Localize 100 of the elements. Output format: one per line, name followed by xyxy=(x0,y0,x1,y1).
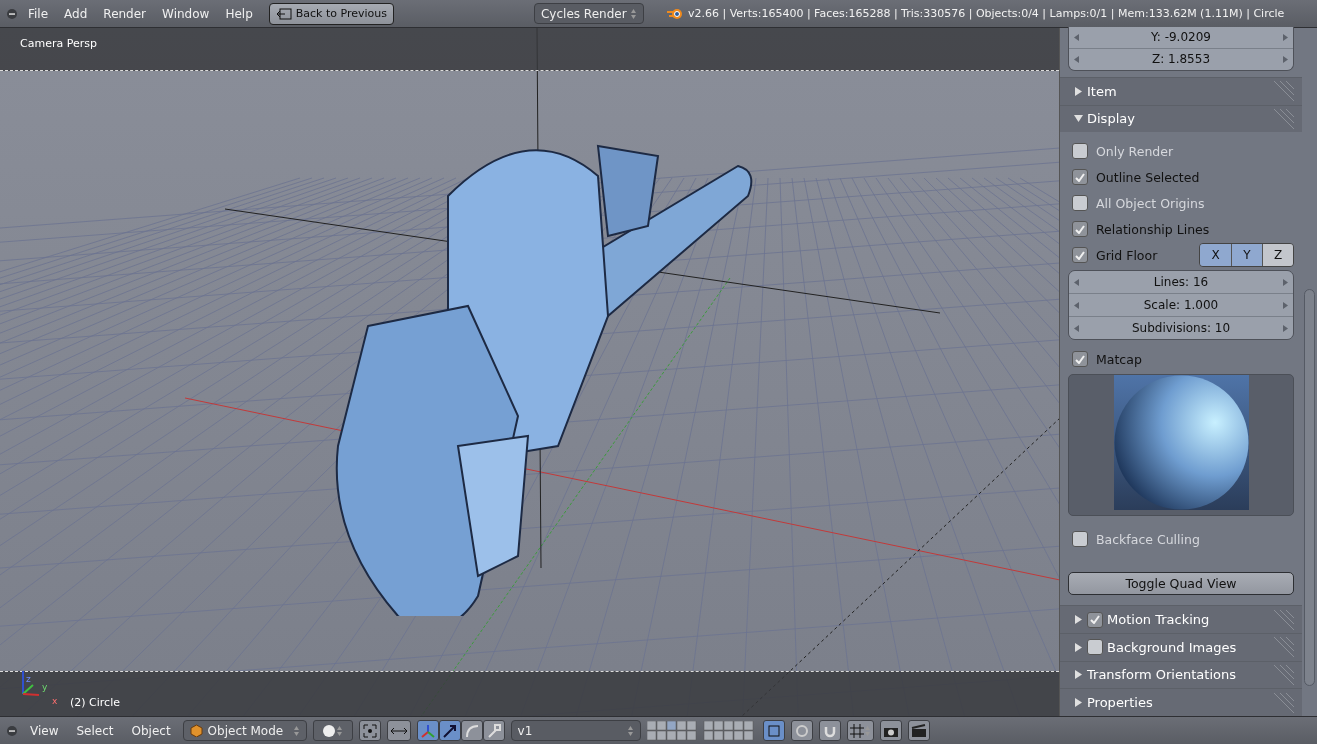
checkbox[interactable] xyxy=(1072,221,1088,238)
up-down-arrows-icon xyxy=(626,724,634,737)
render-button[interactable] xyxy=(879,720,902,741)
collapse-icon[interactable] xyxy=(6,7,18,20)
axis-toggle[interactable]: Y xyxy=(1231,244,1262,267)
left-arrow-icon[interactable] xyxy=(1074,301,1079,309)
checkbox[interactable] xyxy=(1072,143,1088,160)
menu-item[interactable]: Add xyxy=(58,6,94,21)
scrollbar-thumb[interactable] xyxy=(1304,289,1315,686)
manipulator-button[interactable] xyxy=(416,720,439,741)
mode-dropdown[interactable]: Object Mode xyxy=(182,720,307,741)
left-arrow-icon[interactable] xyxy=(1074,324,1079,332)
menu-item[interactable]: Select xyxy=(70,723,120,738)
menu-item[interactable]: Render xyxy=(97,6,153,21)
right-arrow-icon[interactable] xyxy=(1283,301,1288,309)
axis-label: z xyxy=(26,674,31,684)
manipulator-button[interactable] xyxy=(438,720,461,741)
axes-icon xyxy=(419,722,436,739)
view-name: Camera Persp xyxy=(20,37,97,50)
right-arrow-icon[interactable] xyxy=(1283,278,1288,286)
snap-element-dropdown[interactable] xyxy=(846,720,874,741)
panel-section-header[interactable]: Properties xyxy=(1060,688,1302,716)
checkbox-label: Relationship Lines xyxy=(1096,221,1210,237)
scene-statistics: v2.66 | Verts:165400 | Faces:165288 | Tris:330576 | Objects:0/4 | Lamps:0/1 | Mem:133.62M (1.11M) | Circle xyxy=(688,7,1285,20)
check-icon xyxy=(1075,354,1085,364)
menu-item[interactable]: File xyxy=(22,6,55,21)
back-icon xyxy=(275,7,292,20)
collapse-icon[interactable] xyxy=(6,724,18,737)
check-icon xyxy=(1075,250,1085,260)
panel-section-header[interactable]: Display xyxy=(1060,104,1302,133)
orientation-dropdown[interactable]: v1 xyxy=(510,720,641,741)
axis-gizmo-drawing xyxy=(22,670,40,696)
manipulator-button[interactable] xyxy=(482,720,505,741)
check-icon xyxy=(1090,615,1100,625)
shading-dropdown[interactable] xyxy=(312,720,353,741)
number-field[interactable]: Scale: 1.000 xyxy=(1069,293,1293,317)
up-down-arrows-icon xyxy=(863,724,871,737)
check-icon xyxy=(1075,224,1085,234)
object-name: (2) Circle xyxy=(70,696,120,709)
checkbox-label: Matcap xyxy=(1096,351,1142,367)
snap-grid-icon xyxy=(849,723,864,738)
panel-section-header[interactable]: Motion Tracking xyxy=(1060,605,1302,633)
render-engine-dropdown[interactable]: Cycles Render xyxy=(534,3,644,24)
right-arrow-icon[interactable] xyxy=(1283,55,1288,63)
right-arrow-icon[interactable] xyxy=(1283,33,1288,41)
checkbox[interactable] xyxy=(1087,611,1103,628)
axis-toggle[interactable]: X xyxy=(1200,244,1231,267)
menu-item[interactable]: Help xyxy=(219,6,259,21)
collapsed-triangle-icon xyxy=(1074,642,1083,652)
left-arrow-icon[interactable] xyxy=(1074,278,1079,286)
menu-item[interactable]: View xyxy=(24,723,65,738)
number-field[interactable]: Subdivisions: 10 xyxy=(1069,316,1293,340)
pivot-button[interactable] xyxy=(358,720,381,741)
cube-icon xyxy=(189,724,203,737)
matcap-preview[interactable] xyxy=(1068,374,1294,517)
menu-item[interactable]: Object xyxy=(125,723,177,738)
toggle-quad-view-button[interactable]: Toggle Quad View xyxy=(1068,572,1294,596)
pivot-icon xyxy=(361,722,378,739)
manipulator-button[interactable] xyxy=(460,720,483,741)
collapsed-triangle-icon xyxy=(1074,698,1083,708)
checkbox-label: All Object Origins xyxy=(1096,195,1205,211)
checkbox[interactable] xyxy=(1072,351,1088,368)
left-arrow-icon[interactable] xyxy=(1074,55,1079,63)
lock-camera-button[interactable] xyxy=(762,720,785,741)
ring-icon xyxy=(794,723,809,738)
checkbox[interactable] xyxy=(1087,639,1103,656)
checkbox-label: Grid Floor xyxy=(1096,247,1158,263)
collapsed-triangle-icon xyxy=(1074,86,1083,96)
checkbox[interactable] xyxy=(1072,247,1088,264)
right-arrow-icon[interactable] xyxy=(1283,324,1288,332)
checkbox[interactable] xyxy=(1072,169,1088,186)
checkbox[interactable] xyxy=(1072,531,1088,548)
up-down-arrows-icon xyxy=(630,7,637,20)
collapsed-triangle-icon xyxy=(1074,615,1083,625)
axis-toggle[interactable]: Z xyxy=(1262,244,1293,267)
section-title: Background Images xyxy=(1107,639,1237,655)
menu-item[interactable]: Window xyxy=(156,6,216,21)
render-animation-button[interactable] xyxy=(907,720,930,741)
snap-button[interactable] xyxy=(818,720,841,741)
number-field[interactable]: Y: -9.0209 xyxy=(1069,27,1293,48)
panel-section-header[interactable]: Item xyxy=(1060,76,1302,105)
checkbox-label: Backface Culling xyxy=(1096,531,1200,547)
check-icon xyxy=(1075,172,1085,182)
checkbox[interactable] xyxy=(1072,195,1088,212)
panel-section-header[interactable]: Background Images xyxy=(1060,632,1302,661)
back-to-previous-button[interactable]: Back to Previous xyxy=(268,2,394,25)
manipulator-toggle-button[interactable] xyxy=(386,720,411,741)
checkbox-label: Only Render xyxy=(1096,143,1174,159)
number-field[interactable]: Lines: 16 xyxy=(1069,271,1293,294)
up-down-arrows-icon xyxy=(292,724,300,737)
layer-buttons-icon[interactable] xyxy=(646,720,757,741)
number-field[interactable]: Z: 1.8553 xyxy=(1069,47,1293,70)
left-arrow-icon[interactable] xyxy=(1074,33,1079,41)
proportional-edit-button[interactable] xyxy=(790,720,813,741)
collapsed-triangle-icon xyxy=(1074,670,1083,680)
panel-section-header[interactable]: Transform Orientations xyxy=(1060,660,1302,689)
checkbox-label: Outline Selected xyxy=(1096,169,1200,185)
clapperboard-icon xyxy=(910,723,927,738)
sphere-icon xyxy=(322,723,337,738)
section-title: Motion Tracking xyxy=(1107,612,1210,628)
